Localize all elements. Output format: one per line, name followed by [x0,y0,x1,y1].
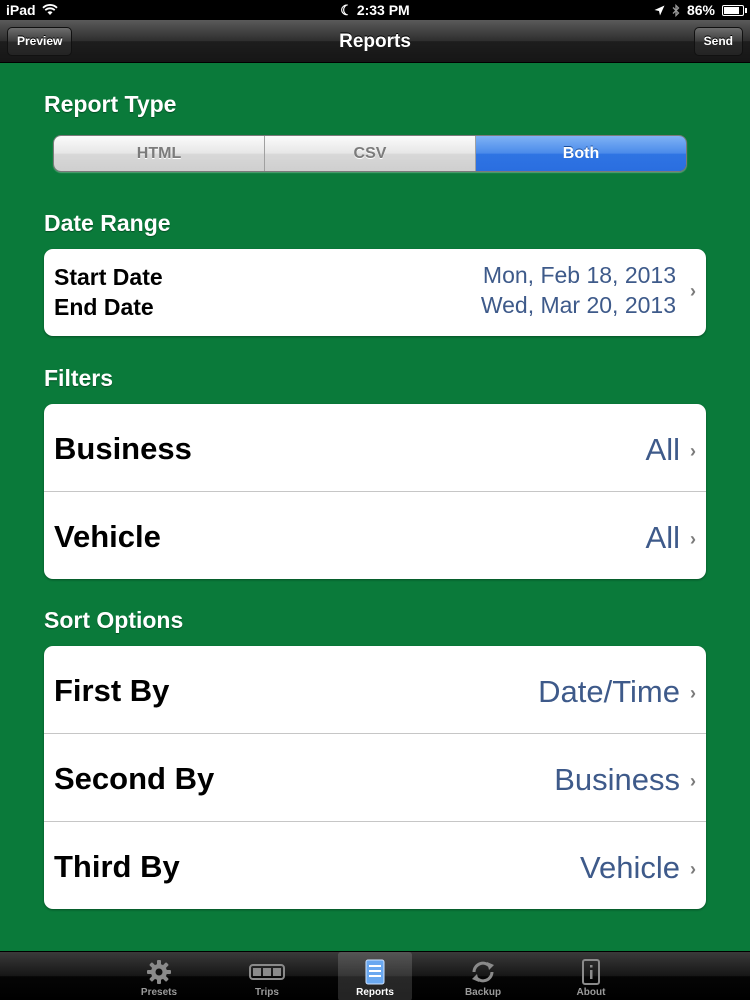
battery-percent: 86% [686,2,715,18]
row-value: All [645,520,680,555]
reports-icon [338,958,412,986]
start-date-value: Mon, Feb 18, 2013 [482,262,676,288]
sort-row-third-by[interactable]: Third By Vehicle › [44,822,706,909]
row-label: Second By [54,761,215,796]
filters-table: Business All › Vehicle All › [44,404,706,579]
status-center: ☾ 2:33 PM [0,2,750,19]
sort-row-first-by[interactable]: First By Date/Time › [44,646,706,734]
segment-both[interactable]: Both [476,136,686,171]
chevron-right-icon: › [690,529,696,549]
row-value: All [645,432,680,467]
tab-about[interactable]: About [554,952,628,1000]
report-type-segmented-control: HTML CSV Both [53,135,687,172]
date-values: Mon, Feb 18, 2013 Wed, Mar 20, 2013 [481,260,676,320]
tab-label: Backup [464,987,502,998]
filter-row-vehicle[interactable]: Vehicle All › [44,492,706,579]
navigation-bar: Preview Reports Send [0,20,750,63]
status-time: 2:33 PM [356,2,410,18]
tab-backup[interactable]: Backup [446,952,520,1000]
row-label: Vehicle [54,519,161,554]
report-type-header: Report Type [44,91,177,117]
end-date-value: Wed, Mar 20, 2013 [480,292,676,318]
filter-row-business[interactable]: Business All › [44,404,706,492]
trips-icon [230,958,304,986]
sort-row-second-by[interactable]: Second By Business › [44,734,706,822]
start-date-label: Start Date [54,264,163,290]
tab-label: Presets [140,987,178,998]
segment-html[interactable]: HTML [54,136,265,171]
chevron-right-icon: › [690,441,696,461]
sync-icon [446,958,520,986]
chevron-right-icon: › [690,683,696,703]
info-icon [554,958,628,986]
tab-trips[interactable]: Trips [230,952,304,1000]
row-value: Vehicle [580,850,680,885]
tab-label: Reports [356,987,394,998]
row-label: Third By [54,849,180,884]
battery-icon [722,4,747,16]
row-value: Business [554,762,680,797]
segment-csv[interactable]: CSV [265,136,476,171]
tab-reports[interactable]: Reports [338,952,412,1000]
tab-presets[interactable]: Presets [122,952,196,1000]
page-title: Reports [339,31,411,52]
tab-bar: Presets Trips Reports Backup About [0,951,750,1000]
location-arrow-icon [654,5,665,15]
row-label: First By [54,673,170,708]
date-range-cell[interactable]: Start Date End Date Mon, Feb 18, 2013 We… [44,249,706,336]
row-label: Business [54,431,192,466]
sort-options-header: Sort Options [44,607,184,633]
chevron-right-icon: › [690,859,696,879]
bluetooth-icon [672,3,680,17]
date-range-header: Date Range [44,210,171,236]
battery-fill [724,6,739,14]
filters-header: Filters [44,365,114,391]
moon-icon: ☾ [340,2,353,18]
row-value: Date/Time [538,674,680,709]
tab-label: Trips [255,987,279,998]
tab-label: About [576,987,606,998]
end-date-label: End Date [54,294,154,320]
chevron-right-icon: › [690,281,696,301]
chevron-right-icon: › [690,771,696,791]
sort-options-table: First By Date/Time › Second By Business … [44,646,706,909]
status-bar: iPad ☾ 2:33 PM 86% [0,0,750,20]
date-labels: Start Date End Date [54,262,163,322]
status-right: 86% [654,2,747,18]
send-button[interactable]: Send [693,27,743,56]
gear-icon [122,958,196,986]
